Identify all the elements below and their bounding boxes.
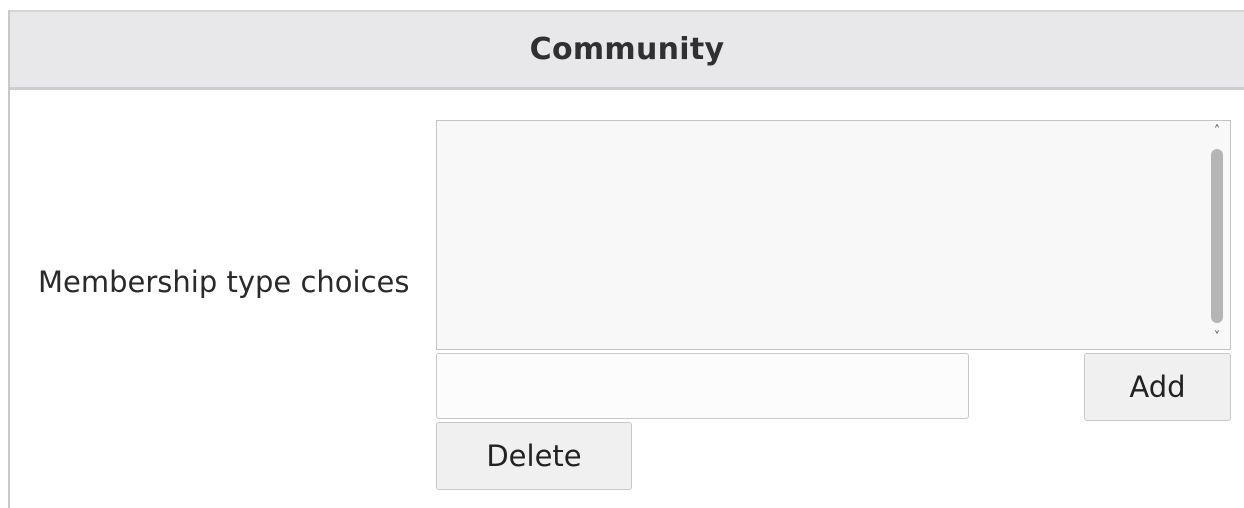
membership-choices-listbox[interactable]: ˄ ˅ bbox=[436, 120, 1231, 350]
add-button[interactable]: Add bbox=[1084, 353, 1231, 421]
new-choice-input[interactable] bbox=[436, 353, 969, 419]
scroll-thumb[interactable] bbox=[1211, 149, 1223, 323]
chevron-down-icon[interactable]: ˅ bbox=[1204, 329, 1230, 347]
panel-header: Community bbox=[10, 12, 1244, 90]
listbox-scrollbar[interactable]: ˄ ˅ bbox=[1204, 121, 1230, 349]
panel-title: Community bbox=[529, 32, 725, 67]
membership-type-choices-label: Membership type choices bbox=[38, 265, 410, 299]
community-panel: Community Membership type choices ˄ ˅ Ad… bbox=[8, 10, 1244, 508]
chevron-up-icon[interactable]: ˄ bbox=[1204, 123, 1230, 141]
delete-button[interactable]: Delete bbox=[436, 422, 632, 490]
